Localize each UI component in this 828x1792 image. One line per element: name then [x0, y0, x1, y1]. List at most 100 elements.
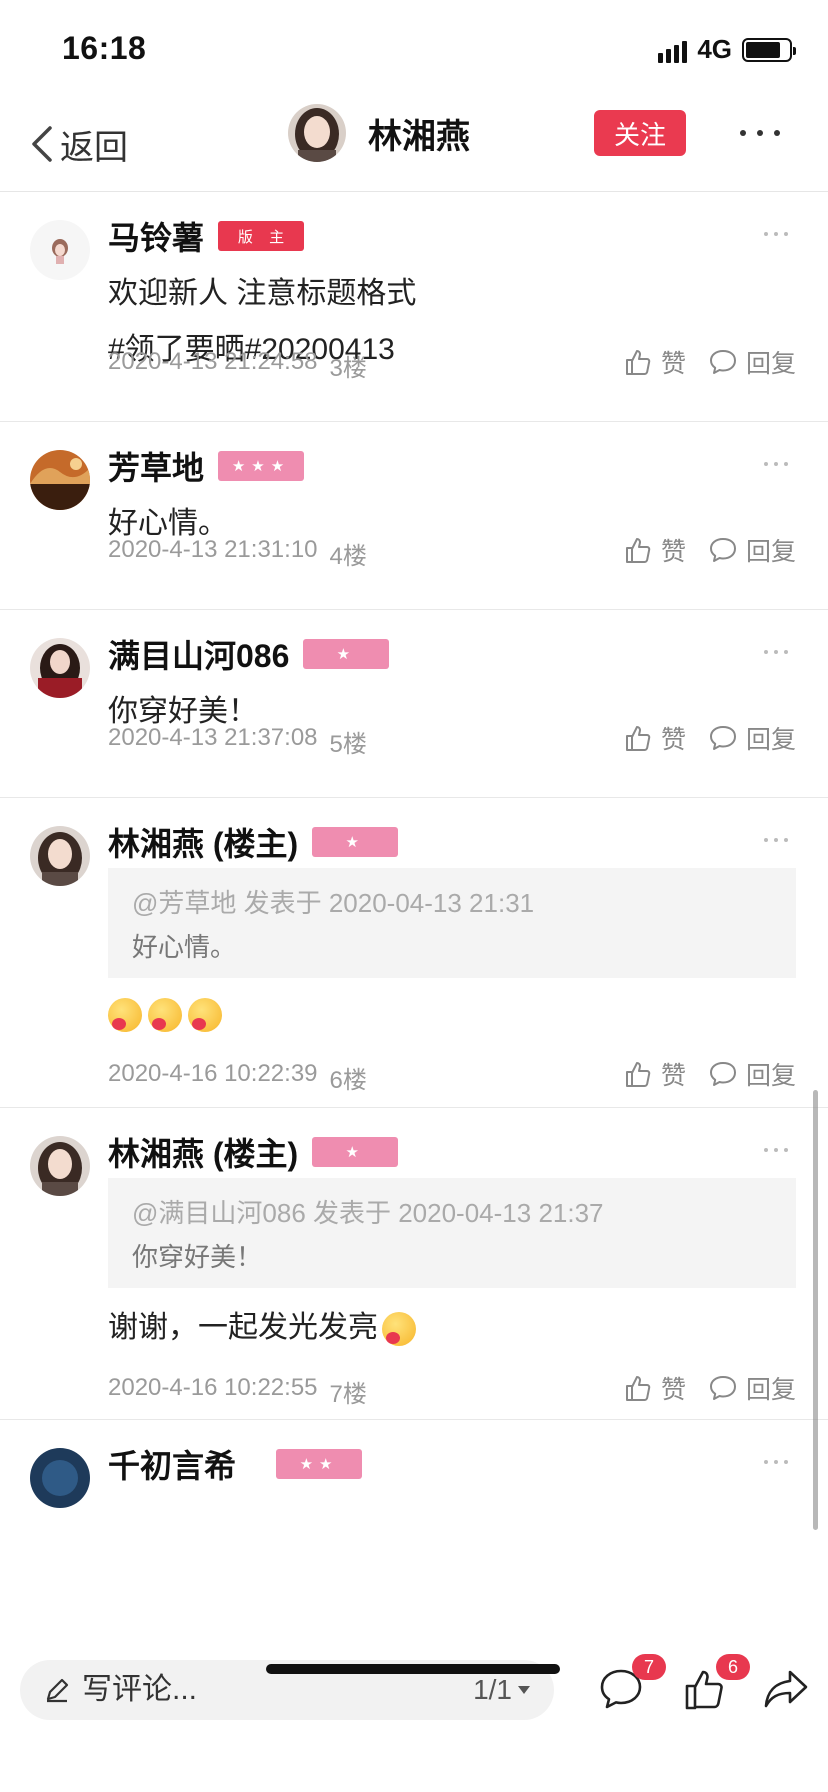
more-icon[interactable] [764, 650, 788, 654]
admin-badge: 版 主 [218, 221, 305, 251]
status-bar: 16:18 4G [0, 0, 828, 96]
scrollbar[interactable] [813, 1090, 818, 1530]
like-label: 赞 [660, 538, 686, 566]
home-indicator[interactable] [266, 1664, 560, 1674]
thumbs-up-icon [625, 1376, 651, 1401]
more-icon[interactable] [764, 1460, 788, 1464]
like-button[interactable]: 赞 [623, 1056, 686, 1092]
comment-author[interactable]: 林湘燕 (楼主) [108, 819, 298, 865]
more-icon[interactable] [764, 232, 788, 236]
avatar[interactable] [30, 826, 90, 886]
comment-list[interactable]: 马铃薯 版 主 欢迎新人 注意标题格式 #领了要晒#20200413 2020-… [0, 192, 828, 1642]
comment-actions: 赞 回复 [623, 1056, 796, 1092]
comment-item: 林湘燕 (楼主) ★ @芳草地 发表于 2020-04-13 21:31 好心情… [0, 798, 828, 1108]
level-badge: ★★ [276, 1449, 363, 1479]
like-button[interactable]: 赞 [623, 532, 686, 568]
like-button[interactable]: 赞 [623, 344, 686, 380]
avatar[interactable] [30, 1136, 90, 1196]
comment-item: 芳草地 ★★★ 好心情。 2020-4-13 21:31:10 4楼 赞 回复 [0, 422, 828, 610]
like-button[interactable]: 赞 [623, 720, 686, 756]
comment-header: 林湘燕 (楼主) ★ [108, 1128, 399, 1176]
chat-bubble-icon [709, 1376, 736, 1400]
nav-bar: 返回 林湘燕 关注 [0, 96, 828, 192]
comment-input[interactable] [82, 1673, 442, 1707]
comment-time: 2020-4-16 10:22:39 [108, 1060, 318, 1087]
like-label: 赞 [660, 726, 686, 754]
reply-button[interactable]: 回复 [708, 1056, 796, 1092]
comment-meta: 2020-4-13 21:31:10 4楼 [108, 536, 367, 571]
comment-floor: 3楼 [329, 355, 367, 382]
comment-count-badge: 7 [632, 1654, 666, 1680]
chat-bubble-icon [709, 538, 736, 562]
nav-user-name: 林湘燕 [368, 117, 470, 156]
reply-button[interactable]: 回复 [708, 720, 796, 756]
thumbs-up-icon [625, 1062, 651, 1087]
like-label: 赞 [660, 350, 686, 378]
network-label: 4G [697, 34, 732, 64]
follow-button[interactable]: 关注 [594, 110, 686, 156]
comment-author[interactable]: 马铃薯 [108, 213, 204, 259]
comment-header: 林湘燕 (楼主) ★ [108, 818, 399, 866]
comment-header: 满目山河086 ★ [108, 630, 390, 678]
blushing-heart-emoji-icon [108, 998, 142, 1032]
comment-header: 芳草地 ★★★ [108, 442, 305, 490]
comment-header: 千初言希 ★★ [108, 1440, 363, 1488]
comment-emoji-row [108, 998, 222, 1032]
like-post-button[interactable]: 6 [682, 1654, 750, 1716]
more-icon[interactable] [764, 1148, 788, 1152]
comment-item: 马铃薯 版 主 欢迎新人 注意标题格式 #领了要晒#20200413 2020-… [0, 192, 828, 422]
reply-button[interactable]: 回复 [708, 1370, 796, 1406]
chat-bubble-icon [709, 726, 736, 750]
comment-actions: 赞 回复 [623, 532, 796, 568]
quoted-comment[interactable]: @满目山河086 发表于 2020-04-13 21:37 你穿好美！ [108, 1178, 796, 1288]
nav-user[interactable]: 林湘燕 [288, 104, 470, 162]
more-icon[interactable] [764, 462, 788, 466]
level-badge: ★ [303, 639, 390, 669]
quote-text: 好心情。 [132, 932, 237, 962]
avatar[interactable] [30, 220, 90, 280]
smiling-emoji-icon [382, 1312, 416, 1347]
chevron-left-icon [32, 126, 52, 162]
comment-meta: 2020-4-13 21:37:08 5楼 [108, 724, 367, 759]
page-selector[interactable]: 1/1 [473, 1674, 530, 1706]
blushing-heart-emoji-icon [148, 998, 182, 1032]
status-indicators: 4G [658, 34, 796, 65]
reply-label: 回复 [745, 350, 796, 378]
more-icon[interactable] [740, 116, 780, 150]
reply-button[interactable]: 回复 [708, 532, 796, 568]
comment-actions: 赞 回复 [623, 720, 796, 756]
comment-author[interactable]: 芳草地 [108, 443, 204, 489]
avatar[interactable] [30, 450, 90, 510]
avatar[interactable] [30, 638, 90, 698]
back-button[interactable]: 返回 [30, 114, 128, 174]
quote-text: 你穿好美！ [132, 1242, 263, 1272]
comment-text: 谢谢，一起发光发亮 [108, 1300, 416, 1356]
comment-time: 2020-4-16 10:22:55 [108, 1374, 318, 1401]
like-button[interactable]: 赞 [623, 1370, 686, 1406]
more-icon[interactable] [764, 838, 788, 842]
comment-meta: 2020-4-16 10:22:39 6楼 [108, 1060, 367, 1095]
comment-actions: 赞 回复 [623, 1370, 796, 1406]
share-button[interactable] [762, 1666, 812, 1716]
comment-author[interactable]: 千初言希 [108, 1441, 236, 1487]
comment-header: 马铃薯 版 主 [108, 212, 305, 260]
quoted-comment[interactable]: @芳草地 发表于 2020-04-13 21:31 好心情。 [108, 868, 796, 978]
comments-button[interactable]: 7 [598, 1654, 666, 1716]
like-label: 赞 [660, 1062, 686, 1090]
avatar[interactable] [30, 1448, 90, 1508]
avatar[interactable] [288, 104, 346, 162]
battery-icon [742, 37, 796, 62]
comment-time: 2020-4-13 21:31:10 [108, 536, 318, 563]
comment-text-body: 谢谢，一起发光发亮 [108, 1311, 378, 1344]
comment-time: 2020-4-13 21:24:58 [108, 348, 318, 375]
status-time: 16:18 [62, 30, 147, 66]
thumbs-up-icon [625, 726, 651, 751]
comment-author[interactable]: 林湘燕 (楼主) [108, 1129, 298, 1175]
like-label: 赞 [660, 1376, 686, 1404]
reply-label: 回复 [745, 726, 796, 754]
comment-floor: 5楼 [329, 731, 367, 758]
comment-author[interactable]: 满目山河086 [108, 631, 289, 677]
reply-button[interactable]: 回复 [708, 344, 796, 380]
share-icon [764, 1670, 808, 1708]
pencil-icon [46, 1678, 69, 1703]
